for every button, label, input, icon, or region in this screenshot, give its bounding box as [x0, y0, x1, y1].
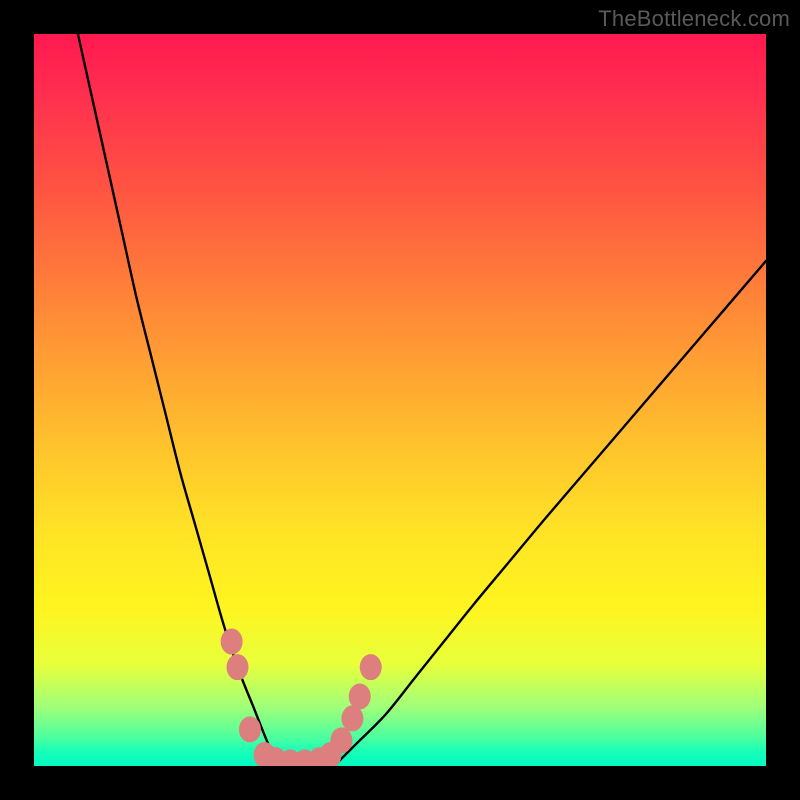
- data-point: [349, 683, 371, 709]
- data-point: [221, 629, 243, 655]
- chart-overlay: [34, 34, 766, 766]
- left-curve: [78, 34, 279, 766]
- data-point-markers: [221, 629, 382, 766]
- chart-frame: TheBottleneck.com: [0, 0, 800, 800]
- plot-area: [34, 34, 766, 766]
- data-point: [227, 654, 249, 680]
- watermark-text: TheBottleneck.com: [598, 6, 790, 32]
- data-point: [239, 716, 261, 742]
- data-point: [330, 727, 352, 753]
- right-curve: [334, 261, 766, 766]
- data-point: [360, 654, 382, 680]
